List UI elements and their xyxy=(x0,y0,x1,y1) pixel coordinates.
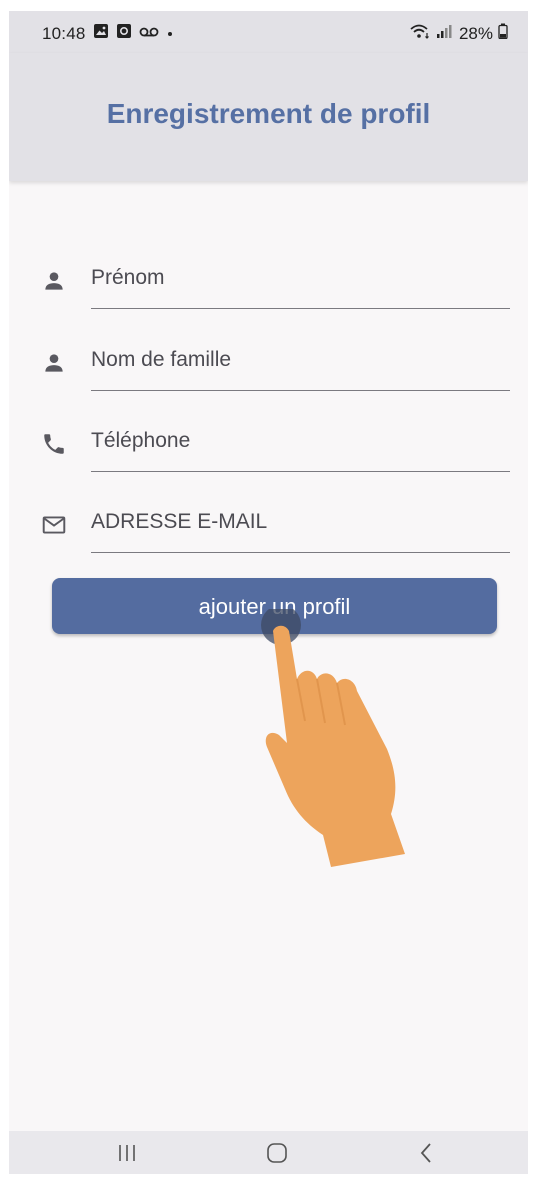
email-underline xyxy=(91,552,510,553)
system-nav-bar xyxy=(9,1131,528,1174)
app-bar: Enregistrement de profil xyxy=(9,53,528,181)
last-name-label: Nom de famille xyxy=(91,348,232,371)
phone-field[interactable]: Téléphone xyxy=(9,419,528,489)
phone-underline xyxy=(91,471,510,472)
status-bar: 10:48 28% xyxy=(9,11,528,53)
status-time: 10:48 xyxy=(42,23,86,43)
first-name-field[interactable]: Prénom xyxy=(9,256,528,326)
battery-percentage: 28% xyxy=(458,23,493,43)
back-icon[interactable] xyxy=(407,1139,447,1167)
person-icon xyxy=(41,350,67,376)
person-icon xyxy=(41,268,67,294)
battery-icon xyxy=(498,23,508,44)
phone-screen: 10:48 28% Enregistrement de profil Préno… xyxy=(9,11,528,1174)
more-notifications-dot-icon xyxy=(166,25,174,43)
mail-icon xyxy=(41,512,67,538)
voicemail-icon xyxy=(139,25,159,43)
first-name-label: Prénom xyxy=(91,266,165,289)
tap-hand-icon xyxy=(261,609,405,867)
email-field[interactable]: ADRESSE E-MAIL xyxy=(9,500,528,570)
status-left: 10:48 xyxy=(42,23,174,44)
status-right: 28% xyxy=(409,23,508,44)
phone-icon xyxy=(41,431,67,457)
signal-icon xyxy=(436,23,454,44)
recent-apps-icon[interactable] xyxy=(107,1139,147,1167)
last-name-underline xyxy=(91,390,510,391)
wifi-icon xyxy=(409,23,431,44)
home-icon[interactable] xyxy=(257,1139,297,1167)
last-name-field[interactable]: Nom de famille xyxy=(9,338,528,408)
page-title: Enregistrement de profil xyxy=(106,98,431,129)
app-notification-icon xyxy=(116,23,132,44)
gallery-notification-icon xyxy=(93,23,109,44)
email-label: ADRESSE E-MAIL xyxy=(91,510,268,533)
first-name-underline xyxy=(91,308,510,309)
phone-label: Téléphone xyxy=(91,429,191,452)
